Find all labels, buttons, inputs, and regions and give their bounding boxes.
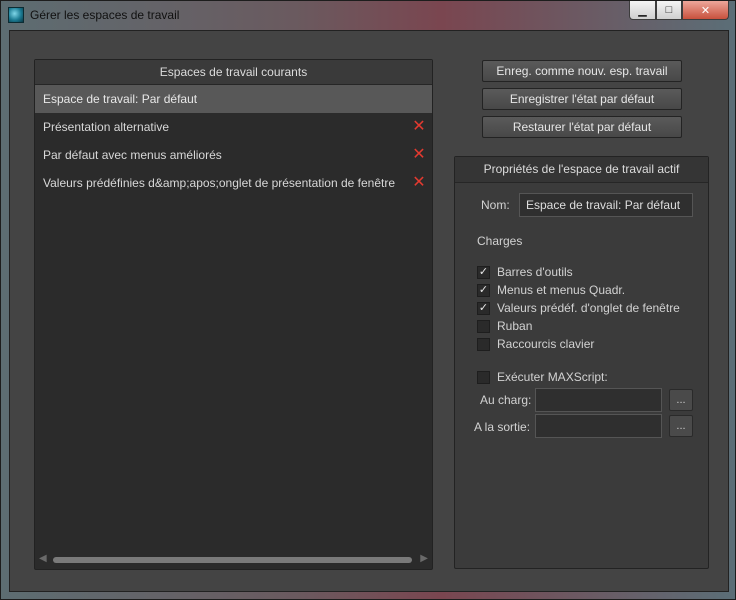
workspace-item-label: Valeurs prédéfinies d&amp;apos;onglet de… [43,176,396,190]
delete-icon[interactable]: ✕ [412,175,426,191]
ribbon-label: Ruban [497,319,533,333]
app-icon [8,7,24,23]
workspace-item-viewport-presets[interactable]: Valeurs prédéfinies d&amp;apos;onglet de… [35,169,432,197]
on-exit-label: A la sortie: [474,420,531,434]
workspace-item-default[interactable]: Espace de travail: Par défaut [35,85,432,113]
keyboard-shortcuts-checkbox-row[interactable]: Raccourcis clavier [477,336,594,352]
properties-header: Propriétés de l'espace de travail actif [455,157,708,183]
run-maxscript-checkbox-row[interactable]: Exécuter MAXScript: [477,369,608,385]
quad-menus-label: Menus et menus Quadr. [497,283,626,297]
dialog-body: Espaces de travail courants Espace de tr… [9,30,729,592]
ribbon-checkbox[interactable] [477,319,490,333]
save-default-state-button[interactable]: Enregistrer l'état par défaut [482,88,682,110]
scrollbar-thumb[interactable] [53,557,412,563]
minimize-button[interactable]: ▁ [629,1,656,20]
name-label: Nom: [481,198,510,212]
workspace-item-enhanced-menus[interactable]: Par défaut avec menus améliorés ✕ [35,141,432,169]
workspace-list[interactable]: Espaces de travail courants Espace de tr… [34,59,433,570]
minimize-icon: ▁ [638,4,647,17]
delete-icon[interactable]: ✕ [412,119,426,135]
close-icon: ✕ [700,4,711,17]
scroll-right-icon[interactable]: ▶ [420,553,428,564]
horizontal-scrollbar[interactable]: ◀ ▶ [39,553,428,565]
maximize-icon: □ [665,4,673,16]
viewport-tab-presets-checkbox[interactable]: ✓ [477,301,490,315]
viewport-tab-presets-label: Valeurs prédéf. d'onglet de fenêtre [497,301,680,315]
title-bar[interactable]: Gérer les espaces de travail ▁ □ ✕ [1,1,735,29]
on-exit-browse-button[interactable]: ... [669,415,693,437]
workspace-item-alternative[interactable]: Présentation alternative ✕ [35,113,432,141]
charges-label: Charges [477,234,523,248]
quad-menus-checkbox[interactable]: ✓ [477,283,490,297]
window-title: Gérer les espaces de travail [30,8,180,22]
workspace-list-header: Espaces de travail courants [35,60,432,85]
window-frame: Gérer les espaces de travail ▁ □ ✕ Espac… [0,0,736,600]
active-workspace-properties: Propriétés de l'espace de travail actif … [454,156,709,569]
window-controls: ▁ □ ✕ [629,1,729,21]
on-load-script-field[interactable] [535,388,662,412]
run-maxscript-checkbox[interactable] [477,370,490,384]
workspace-item-label: Espace de travail: Par défaut [43,92,198,106]
workspace-item-label: Présentation alternative [43,120,170,134]
scroll-left-icon[interactable]: ◀ [39,553,47,564]
toolbars-label: Barres d'outils [497,265,573,279]
on-exit-script-field[interactable] [535,414,662,438]
on-load-label: Au charg: [480,393,532,407]
maximize-button[interactable]: □ [656,1,682,20]
restore-default-state-button[interactable]: Restaurer l'état par défaut [482,116,682,138]
ribbon-checkbox-row[interactable]: Ruban [477,318,532,334]
viewport-tab-presets-checkbox-row[interactable]: ✓ Valeurs prédéf. d'onglet de fenêtre [477,300,680,316]
delete-icon[interactable]: ✕ [412,147,426,163]
workspace-item-label: Par défaut avec menus améliorés [43,148,222,162]
on-load-browse-button[interactable]: ... [669,389,693,411]
close-button[interactable]: ✕ [682,1,729,20]
name-field[interactable]: Espace de travail: Par défaut [519,193,693,217]
toolbars-checkbox-row[interactable]: ✓ Barres d'outils [477,264,573,280]
toolbars-checkbox[interactable]: ✓ [477,265,490,279]
keyboard-shortcuts-label: Raccourcis clavier [497,337,595,351]
run-maxscript-label: Exécuter MAXScript: [497,370,608,384]
quad-menus-checkbox-row[interactable]: ✓ Menus et menus Quadr. [477,282,625,298]
save-as-new-workspace-button[interactable]: Enreg. comme nouv. esp. travail [482,60,682,82]
keyboard-shortcuts-checkbox[interactable] [477,337,490,351]
